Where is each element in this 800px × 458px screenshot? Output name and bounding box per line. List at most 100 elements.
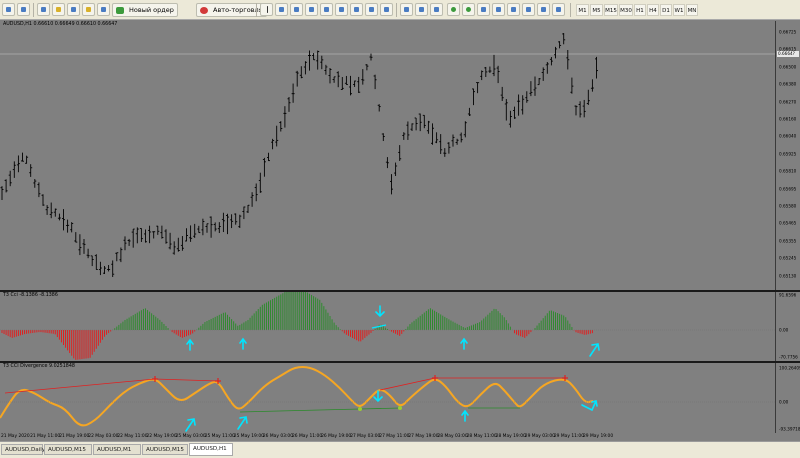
price-bar — [246, 204, 250, 214]
time-label: 27 May 11:00 — [379, 434, 410, 439]
price-bar — [111, 260, 115, 278]
price-bar — [287, 96, 291, 112]
price-bar — [49, 202, 53, 219]
candle-chart-icon[interactable] — [415, 3, 428, 16]
chart-tab[interactable]: AUDUSD,M15 — [44, 444, 92, 455]
crosshair-icon[interactable] — [275, 3, 288, 16]
arrow-tool-icon[interactable] — [380, 3, 393, 16]
terminal-icon[interactable] — [82, 3, 95, 16]
channel-icon[interactable] — [335, 3, 348, 16]
price-bar — [590, 79, 594, 92]
price-bar — [209, 216, 213, 238]
price-bar — [230, 214, 234, 229]
price-bar — [406, 121, 410, 140]
price-bar — [152, 231, 156, 239]
price-bar — [53, 208, 57, 217]
profiles-icon[interactable] — [17, 3, 30, 16]
cci-tick: 91.6596 — [779, 292, 797, 298]
price-bar — [521, 95, 525, 115]
bullish-divergence-line — [239, 408, 361, 413]
fibonacci-icon[interactable] — [350, 3, 363, 16]
data-window-icon[interactable] — [67, 3, 80, 16]
new-order-button[interactable]: Новый ордер — [112, 3, 178, 17]
bar-chart-icon[interactable] — [400, 3, 413, 16]
price-bar — [394, 162, 398, 176]
price-bar — [324, 64, 328, 75]
price-bar — [172, 241, 176, 255]
price-bar — [390, 174, 393, 195]
price-bar — [455, 138, 459, 145]
chart-tab[interactable]: AUDUSD,M15 — [142, 444, 188, 455]
price-bar — [168, 232, 172, 250]
new-chart-icon[interactable] — [2, 3, 15, 16]
vertical-line-icon[interactable] — [290, 3, 303, 16]
price-bar — [328, 68, 332, 84]
strategy-tester-icon[interactable] — [97, 3, 110, 16]
price-bar — [595, 56, 598, 79]
price-bar — [525, 91, 529, 103]
price-bar — [554, 46, 557, 59]
price-bar — [529, 81, 533, 97]
cci-pane[interactable]: T3 Cci -8.1386 -8.1386 91.6596 0.00 -70.77… — [0, 292, 800, 361]
price-bar — [513, 106, 516, 119]
timeframe-h1-button[interactable]: H1 — [634, 4, 646, 16]
horizontal-line-icon[interactable] — [305, 3, 318, 16]
price-bar — [234, 213, 238, 225]
price-bar — [586, 89, 590, 105]
auto-trading-icon — [200, 7, 208, 14]
price-bar — [447, 142, 451, 154]
timeframe-w1-button[interactable]: W1 — [673, 4, 685, 16]
price-bar — [476, 82, 480, 94]
trendline-icon[interactable] — [320, 3, 333, 16]
time-label: 26 May 11:00 — [292, 434, 323, 439]
price-bar — [353, 80, 357, 87]
navigator-icon[interactable] — [52, 3, 65, 16]
price-bar — [439, 134, 443, 154]
time-label: 25 May 11:00 — [204, 434, 235, 439]
cursor-icon[interactable] — [260, 3, 273, 16]
timeframe-m15-button[interactable]: M15 — [604, 4, 618, 16]
text-tool-icon[interactable] — [365, 3, 378, 16]
price-bar — [180, 236, 184, 251]
price-bar — [451, 134, 455, 147]
price-bar — [472, 88, 475, 106]
div-tick: 100.26409 — [779, 365, 800, 371]
price-bar — [349, 75, 352, 96]
chart-tabs: AUDUSD,Daily AUDUSD,M15 AUDUSD,M1 AUDUSD,M1… — [0, 441, 800, 458]
timeframe-m5-button[interactable]: M5 — [590, 4, 603, 16]
price-bar — [197, 225, 201, 234]
price-bar — [193, 223, 197, 238]
market-watch-icon[interactable] — [37, 3, 50, 16]
price-bar — [217, 222, 221, 234]
price-bar — [336, 71, 340, 88]
bullish-divergence-marker — [358, 407, 362, 411]
chart-tab[interactable]: AUDUSD,H1 — [189, 443, 233, 456]
price-bar — [123, 236, 127, 251]
price-bar — [496, 65, 500, 84]
price-bar — [16, 155, 20, 173]
price-bar — [558, 41, 562, 49]
price-bar — [533, 76, 537, 96]
price-bar — [275, 125, 279, 147]
chart-tab[interactable]: AUDUSD,M1 — [93, 444, 141, 455]
price-bar — [164, 229, 168, 244]
timeframe-m30-button[interactable]: M30 — [619, 4, 633, 16]
price-bar — [139, 227, 143, 242]
price-bar — [373, 74, 377, 90]
timeframe-mn-button[interactable]: MN — [686, 4, 698, 16]
chart-tab[interactable]: AUDUSD,Daily — [1, 444, 45, 455]
timeframe-h4-button[interactable]: H4 — [647, 4, 659, 16]
time-label: 21 May 2020 — [1, 434, 30, 439]
divergence-pane[interactable]: T3 CCI Divergence 9.0251848 100.26409 0.0… — [0, 363, 800, 433]
arrow-up-icon — [460, 337, 468, 350]
timeframe-d1-button[interactable]: D1 — [660, 4, 672, 16]
price-pane[interactable]: AUDUSD,H1 0.66610 0.66649 0.66610 0.6664… — [0, 21, 800, 290]
arrow-up-icon — [375, 305, 385, 318]
price-bar — [414, 117, 418, 131]
time-label: 29 May 11:00 — [553, 434, 584, 439]
timeframe-m1-button[interactable]: M1 — [576, 4, 589, 16]
arrow-up-icon — [186, 338, 194, 351]
price-bar — [250, 192, 254, 207]
price-bar — [566, 50, 570, 70]
price-bar — [258, 172, 262, 193]
